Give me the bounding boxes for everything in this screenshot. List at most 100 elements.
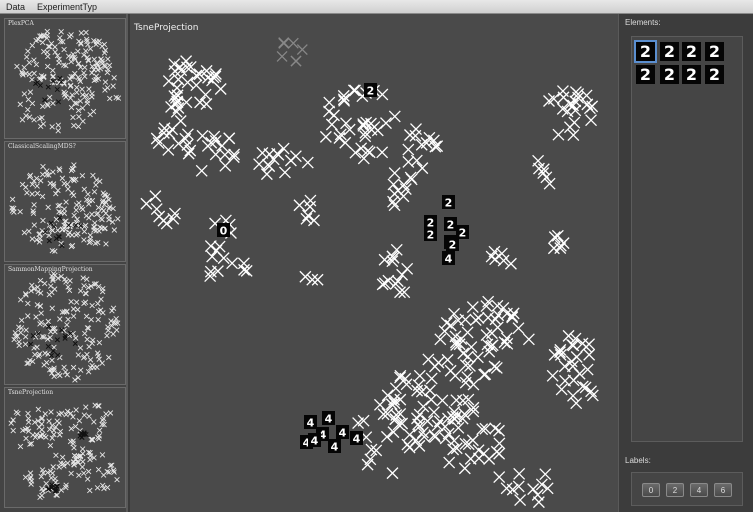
scatter-marker [522,333,535,346]
scatter-marker [35,331,41,337]
scatter-marker [172,137,185,150]
digit-sample[interactable]: 4 [308,433,321,448]
scatter-marker [74,84,80,91]
scatter-marker [149,190,162,203]
scatter-marker [94,364,100,370]
scatter-marker [87,487,93,494]
element-tile[interactable]: 2 [660,65,679,84]
menu-data[interactable]: Data [0,0,31,14]
scatter-marker [557,91,570,104]
thumbnail-pca[interactable]: PlexPCA [4,18,126,139]
digit-sample[interactable]: 4 [328,439,341,454]
scatter-marker [81,237,87,243]
scatter-marker [552,128,565,141]
digit-sample[interactable]: 4 [350,431,363,446]
scatter-marker [70,114,76,121]
scatter-marker [204,240,217,253]
scatter-marker [103,241,109,247]
scatter-marker [28,341,34,347]
digit-sample[interactable]: 0 [217,223,230,238]
scatter-marker [76,418,83,424]
scatter-marker [429,430,442,443]
scatter-marker [347,84,360,97]
label-button-0[interactable]: 0 [642,483,660,497]
scatter-marker [65,232,72,238]
scatter-marker [106,62,113,69]
scatter-marker [50,78,56,84]
svg-text:2: 2 [449,239,457,252]
scatter-marker [431,419,444,432]
scatter-marker [349,84,362,97]
scatter-marker [34,190,41,197]
digit-sample[interactable]: 2 [424,227,437,242]
scatter-marker [287,37,299,49]
scatter-marker [37,290,44,296]
scatter-marker [21,229,28,236]
scatter-marker [293,199,306,212]
element-tile[interactable]: 2 [636,65,655,84]
scatter-marker [67,278,73,284]
scatter-marker [83,313,90,320]
digit-sample[interactable]: 2 [364,83,377,98]
scatter-marker [68,298,74,305]
thumbnail-classical-scaling[interactable]: ClassicalScalingMDS? [4,141,126,262]
scatter-marker [449,336,462,349]
scatter-marker [81,412,88,418]
scatter-marker [105,56,111,62]
scatter-marker [150,132,163,145]
scatter-marker [25,415,32,422]
thumbnail-scatter [9,162,121,254]
digit-sample[interactable]: 2 [446,237,459,252]
scatter-marker [585,114,598,127]
scatter-marker [93,182,99,188]
label-button-2[interactable]: 2 [666,483,684,497]
scatter-marker [57,35,63,41]
scatter-marker [541,482,554,495]
scatter-marker [37,494,43,500]
scatter-marker [59,175,66,181]
scatter-marker [79,464,86,470]
scatter-marker [101,41,108,48]
element-tile[interactable]: 2 [682,42,701,61]
scatter-marker [46,291,53,298]
scatter-marker [302,209,314,222]
scatter-marker [64,372,70,378]
element-tile[interactable]: 2 [634,40,657,63]
scatter-marker [53,452,59,459]
scatter-marker [263,160,276,173]
scatter-marker [70,166,76,172]
projection-view[interactable]: TsneProjection 240222222244444444 [130,14,618,512]
scatter-marker [85,191,91,197]
projection-scatter-plot[interactable]: 240222222244444444 [130,14,618,512]
scatter-marker [68,32,74,38]
scatter-marker [539,468,552,481]
menu-experiment-type[interactable]: ExperimentTyp [31,0,103,14]
thumbnail-sammon-mapping[interactable]: SammonMappingProjection [4,264,126,385]
scatter-marker [55,99,62,105]
scatter-marker [10,427,16,434]
digit-sample[interactable]: 4 [322,411,335,426]
scatter-marker [29,236,36,242]
scatter-marker [75,352,82,358]
label-button-4[interactable]: 4 [690,483,708,497]
thumbnail-tsne[interactable]: TsneProjection [4,387,126,508]
label-button-6[interactable]: 6 [714,483,732,497]
element-tile[interactable]: 2 [705,42,724,61]
projection-thumbnails-sidebar: PlexPCA ClassicalScalingMDS? SammonMappi… [0,14,128,512]
digit-sample[interactable]: 4 [304,415,317,430]
scatter-marker [74,89,80,96]
scatter-marker [22,474,29,481]
scatter-marker [110,305,117,311]
digit-sample[interactable]: 2 [442,195,455,210]
digit-sample[interactable]: 4 [442,251,455,266]
element-tile[interactable]: 2 [682,65,701,84]
element-tile[interactable]: 2 [660,42,679,61]
scatter-marker [63,94,69,100]
scatter-marker [46,418,52,424]
digit-sample[interactable]: 2 [444,217,457,232]
scatter-marker [31,202,37,208]
digit-sample[interactable]: 4 [336,425,349,440]
scatter-marker [448,307,461,320]
element-tile[interactable]: 2 [705,65,724,84]
scatter-marker [96,427,103,434]
